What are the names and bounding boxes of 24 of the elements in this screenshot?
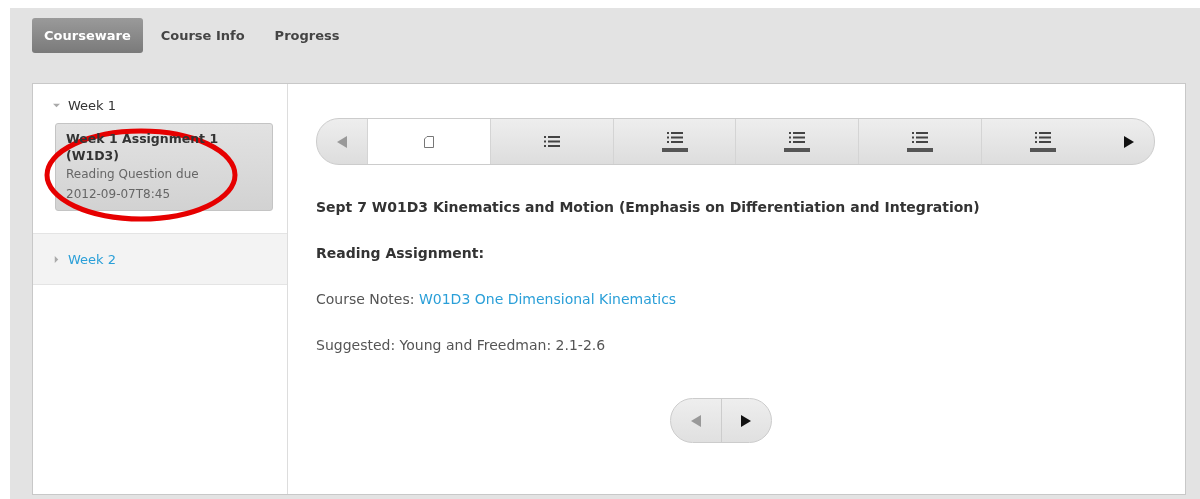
- nav-tab[interactable]: Progress: [262, 18, 352, 53]
- chapter-link[interactable]: Week 1: [68, 98, 117, 113]
- page-icon: [423, 135, 434, 148]
- arrow-left-icon: [337, 135, 347, 148]
- nav-tab[interactable]: Courseware: [32, 18, 143, 53]
- list-icon: [1035, 131, 1052, 143]
- completed-bar: [907, 147, 934, 152]
- list-icon: [789, 131, 806, 143]
- list-icon: [666, 131, 683, 143]
- course-notes-text: Course Notes: W01D3 One Dimensional Kinematics: [316, 291, 678, 307]
- completed-bar: [1030, 147, 1057, 152]
- section-subtitle: Reading Question due: [66, 166, 200, 183]
- arrow-left-icon: [690, 414, 701, 427]
- list-icon: [543, 136, 560, 147]
- nav-tab[interactable]: Course Info: [148, 18, 257, 53]
- completed-bar: [661, 147, 688, 152]
- subheading: Reading Assignment:: [316, 245, 486, 261]
- list-icon: [912, 131, 929, 143]
- unit-heading: Sept 7 W01D3 Kinematics and Motion (Emphasis on Differentiation and Integration): [316, 199, 981, 215]
- due-date: 2012-09-07T8:45: [66, 186, 171, 203]
- completed-bar: [784, 147, 811, 152]
- suggested-text: Suggested: Young and Freedman: 2.1-2.6: [316, 337, 607, 353]
- arrow-right-icon: [1123, 135, 1134, 148]
- arrow-right-icon: [741, 414, 751, 427]
